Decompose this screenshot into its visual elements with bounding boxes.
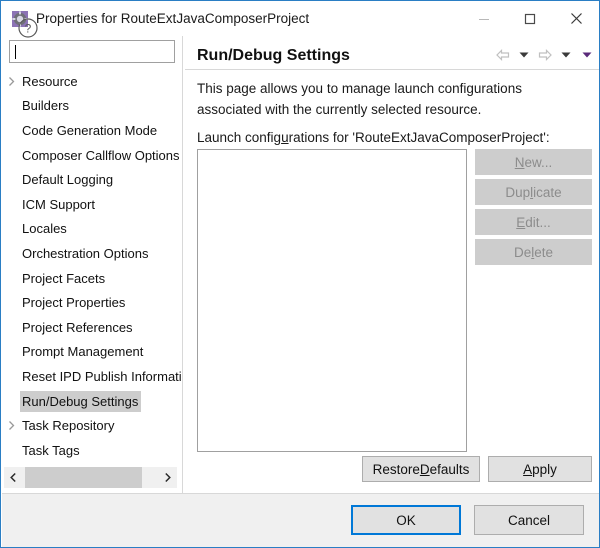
sidebar-item-label: Composer Callflow Options (22, 147, 180, 163)
chevron-left-icon[interactable] (4, 467, 23, 488)
new-button[interactable]: New... (475, 149, 592, 175)
edit-button-mnemonic: E (516, 214, 526, 230)
launch-label-mnemonic: u (281, 130, 289, 145)
sidebar-item-composer-callflow-options[interactable]: Composer Callflow Options (3, 143, 181, 168)
page-title: Run/Debug Settings (197, 47, 350, 64)
sidebar-item-builders[interactable]: Builders (3, 94, 181, 119)
settings-tree[interactable]: Resource Builders Code Generation Mode C… (3, 69, 181, 467)
settings-content-pane: Run/Debug Settings This page allows you … (185, 36, 599, 493)
page-navigation-icons (494, 46, 595, 64)
sidebar-item-label: Default Logging (22, 172, 114, 188)
ok-button[interactable]: OK (351, 505, 461, 535)
sidebar-item-label: Reset IPD Publish Information (22, 368, 181, 384)
sidebar-item-label: Task Repository (22, 418, 115, 434)
apply-button[interactable]: Apply (488, 456, 592, 482)
title-bar: Properties for RouteExtJavaComposerProje… (1, 1, 599, 36)
sidebar-item-label: Project Facets (22, 270, 106, 286)
svg-text:?: ? (25, 22, 32, 36)
delete-button-label-a: De (513, 244, 532, 260)
sidebar-item-resource[interactable]: Resource (3, 69, 181, 94)
minimize-button[interactable] (461, 2, 507, 36)
sidebar-item-label: Locales (22, 221, 67, 237)
filter-input[interactable] (9, 40, 175, 63)
chevron-right-icon[interactable] (3, 420, 20, 431)
forward-dropdown-icon[interactable] (557, 46, 574, 64)
duplicate-button-label-b: icate (533, 184, 562, 200)
restore-defaults-button[interactable]: Restore Defaults (362, 456, 480, 482)
sidebar-item-orchestration-options[interactable]: Orchestration Options (3, 241, 181, 266)
sidebar-item-label: Code Generation Mode (22, 122, 158, 138)
sidebar-item-locales[interactable]: Locales (3, 217, 181, 242)
back-dropdown-icon[interactable] (515, 46, 532, 64)
apply-mnemonic: A (523, 461, 533, 477)
sidebar-item-label: Project References (22, 319, 133, 335)
properties-dialog: Properties for RouteExtJavaComposerProje… (0, 0, 600, 548)
sidebar-item-project-references[interactable]: Project References (3, 315, 181, 340)
new-button-label: ew... (524, 154, 553, 170)
settings-tree-pane: Resource Builders Code Generation Mode C… (2, 36, 182, 493)
chevron-right-icon[interactable] (3, 76, 20, 87)
sidebar-item-project-properties[interactable]: Project Properties (3, 290, 181, 315)
sidebar-item-label: Run/Debug Settings (20, 390, 142, 412)
edit-button-label: dit... (525, 214, 551, 230)
sidebar-item-label: Resource (22, 73, 78, 89)
sidebar-item-code-generation-mode[interactable]: Code Generation Mode (3, 118, 181, 143)
page-description: This page allows you to manage launch co… (197, 81, 522, 117)
header-separator (185, 69, 599, 70)
back-arrow-icon[interactable] (494, 46, 511, 64)
sidebar-item-label: Prompt Management (22, 344, 144, 360)
text-caret (15, 45, 16, 59)
sidebar-item-label: Project Properties (22, 295, 126, 311)
cancel-button[interactable]: Cancel (474, 505, 584, 535)
help-question-icon[interactable]: ? (17, 17, 39, 39)
forward-arrow-icon[interactable] (536, 46, 553, 64)
menu-dropdown-icon[interactable] (578, 46, 595, 64)
sidebar-item-label: Builders (22, 98, 69, 114)
launch-label-prefix: Launch config (197, 130, 282, 145)
sidebar-item-label: ICM Support (22, 196, 95, 212)
scrollbar-track[interactable] (23, 467, 158, 488)
pane-divider (182, 36, 183, 493)
restore-defaults-mnemonic: D (419, 461, 430, 477)
tree-horizontal-scrollbar[interactable] (4, 467, 177, 488)
sidebar-item-default-logging[interactable]: Default Logging (3, 167, 181, 192)
chevron-right-icon[interactable] (158, 467, 177, 488)
launch-label-suffix: rations for 'RouteExtJavaComposerProject… (288, 130, 550, 145)
sidebar-item-task-tags[interactable]: Task Tags (3, 438, 181, 463)
launch-configurations-list[interactable] (197, 149, 467, 452)
maximize-button[interactable] (507, 2, 553, 36)
window-title: Properties for RouteExtJavaComposerProje… (36, 10, 310, 26)
sidebar-item-reset-ipd-publish-information[interactable]: Reset IPD Publish Information (3, 364, 181, 389)
sidebar-item-label: Task Tags (22, 442, 80, 458)
sidebar-item-icm-support[interactable]: ICM Support (3, 192, 181, 217)
sidebar-item-task-repository[interactable]: Task Repository (3, 413, 181, 438)
close-button[interactable] (553, 2, 599, 36)
scrollbar-thumb[interactable] (25, 467, 142, 488)
apply-suffix: pply (532, 461, 557, 477)
duplicate-button[interactable]: Dup l icate (475, 179, 592, 205)
duplicate-button-label-a: Dup (505, 184, 531, 200)
edit-button[interactable]: Edit... (475, 209, 592, 235)
new-button-mnemonic: N (514, 154, 525, 170)
sidebar-item-prompt-management[interactable]: Prompt Management (3, 340, 181, 365)
delete-button-label-b: ete (534, 244, 554, 260)
sidebar-item-label: Orchestration Options (22, 245, 149, 261)
launch-configurations-label: Launch configurations for 'RouteExtJavaC… (197, 128, 550, 147)
delete-button[interactable]: De l ete (475, 239, 592, 265)
sidebar-item-run-debug-settings[interactable]: Run/Debug Settings (3, 389, 181, 414)
restore-defaults-prefix: Restore (372, 461, 420, 477)
restore-defaults-suffix: efaults (429, 461, 470, 477)
sidebar-item-project-facets[interactable]: Project Facets (3, 266, 181, 291)
